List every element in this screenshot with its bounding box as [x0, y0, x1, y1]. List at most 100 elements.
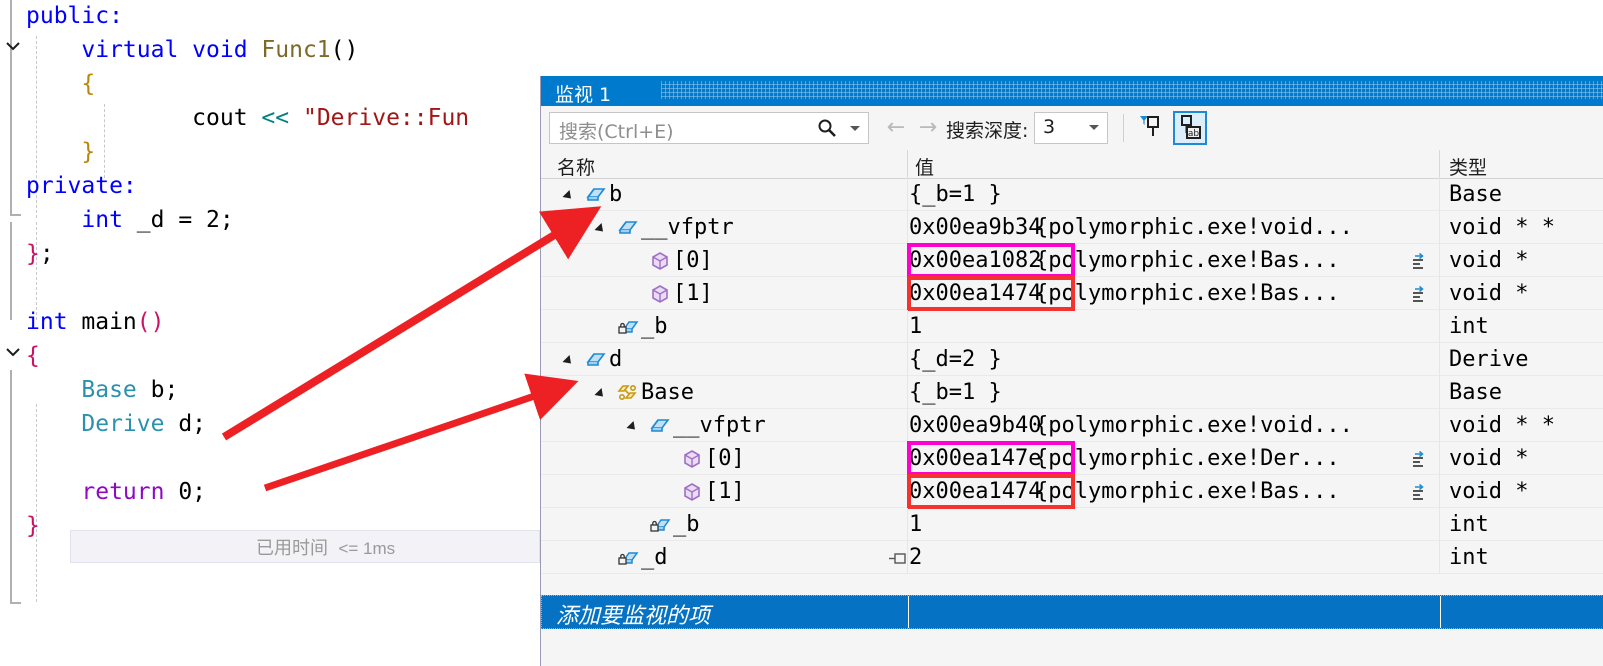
watch-row-value-detail: {polymorphic.exe!void...: [1035, 413, 1353, 438]
code-token: (): [330, 37, 359, 63]
watch-window[interactable]: 监视 1 搜索(Ctrl+E) ← → 搜索深度: 3 ab 名称 值 类型 b…: [540, 76, 1603, 666]
pin-filter-icon[interactable]: [1135, 111, 1169, 145]
watch-row-type: void *: [1449, 446, 1529, 471]
toolbar-divider: [1123, 114, 1124, 142]
watch-row[interactable]: _b 1 int: [541, 310, 1603, 343]
watch-row-name: _d: [641, 545, 668, 570]
search-placeholder: 搜索(Ctrl+E): [559, 121, 674, 143]
jump-to-source-icon[interactable]: [1409, 252, 1427, 270]
private-field-icon: [617, 317, 639, 337]
column-divider: [1439, 409, 1440, 442]
array-cube-icon: [649, 284, 671, 304]
pin-label-icon[interactable]: ab: [1173, 111, 1207, 145]
column-header-value[interactable]: 值: [915, 153, 934, 180]
search-options-chevron-down-icon[interactable]: [850, 126, 860, 131]
watch-row-value[interactable]: 0x00ea9b40: [909, 409, 1041, 442]
search-back-arrow-icon[interactable]: ←: [883, 117, 909, 139]
column-header-type[interactable]: 类型: [1449, 153, 1487, 180]
inline-hint-value: <= 1ms: [338, 539, 396, 558]
column-divider: [907, 343, 908, 376]
watch-row-name: __vfptr: [641, 215, 734, 240]
watch-tree-grid[interactable]: b {_b=1 } Base __vfptr 0x00ea9b34 {polymorphi…: [541, 178, 1603, 598]
watch-row[interactable]: b {_b=1 } Base: [541, 178, 1603, 211]
column-divider: [1439, 541, 1440, 574]
watch-row[interactable]: _d 2 int: [541, 541, 1603, 574]
code-token: main: [67, 309, 137, 335]
column-divider: [1439, 475, 1440, 508]
annotation-highlight-box: [907, 276, 1075, 311]
expander-triangle-icon[interactable]: [562, 189, 575, 203]
watch-row-type: void *: [1449, 248, 1529, 273]
expand-value-icon[interactable]: [889, 552, 906, 565]
code-token: return: [81, 479, 165, 505]
expander-triangle-icon[interactable]: [562, 354, 575, 368]
titlebar-drag-texture: [661, 81, 1603, 99]
watch-row-value[interactable]: {_b=1 }: [909, 178, 1002, 211]
watch-row-value[interactable]: {_b=1 }: [909, 376, 1002, 409]
watch-row-value[interactable]: 1: [909, 310, 922, 343]
watch-toolbar[interactable]: 搜索(Ctrl+E) ← → 搜索深度: 3 ab: [541, 106, 1603, 150]
jump-to-source-icon[interactable]: [1409, 483, 1427, 501]
watch-row[interactable]: __vfptr 0x00ea9b34 {polymorphic.exe!void..…: [541, 211, 1603, 244]
watch-row[interactable]: _b 1 int: [541, 508, 1603, 541]
search-input[interactable]: 搜索(Ctrl+E): [549, 112, 869, 144]
search-forward-arrow-icon[interactable]: →: [915, 117, 941, 139]
jump-to-source-icon[interactable]: [1409, 450, 1427, 468]
watch-row-name: [1]: [673, 281, 713, 306]
expander-triangle-icon[interactable]: [626, 420, 639, 434]
column-header-name[interactable]: 名称: [557, 153, 595, 180]
watch-row-value-detail: {polymorphic.exe!Der...: [1035, 446, 1340, 471]
column-divider: [1439, 343, 1440, 376]
column-divider[interactable]: [1439, 150, 1440, 178]
column-divider[interactable]: [907, 150, 908, 178]
watch-row[interactable]: Base {_b=1 } Base: [541, 376, 1603, 409]
code-token: }: [26, 513, 40, 539]
watch-row-value[interactable]: {_d=2 }: [909, 343, 1002, 376]
column-divider: [907, 310, 908, 343]
code-line: private:: [0, 169, 560, 203]
watch-row-type: Derive: [1449, 347, 1529, 372]
column-divider: [1439, 310, 1440, 343]
watch-window-titlebar[interactable]: 监视 1: [541, 76, 1603, 106]
expander-triangle-icon[interactable]: [594, 387, 607, 401]
add-watch-row[interactable]: 添加要监视的项: [541, 595, 1603, 629]
private-field-icon: [649, 515, 671, 535]
watch-row-name: [0]: [673, 248, 713, 273]
code-line: public:: [0, 0, 560, 33]
watch-row[interactable]: __vfptr 0x00ea9b40 {polymorphic.exe!void..…: [541, 409, 1603, 442]
array-cube-icon: [681, 482, 703, 502]
watch-row-name: __vfptr: [673, 413, 766, 438]
watch-row[interactable]: d {_d=2 } Derive: [541, 343, 1603, 376]
code-token: Func1: [261, 37, 331, 63]
code-token: 0;: [164, 479, 207, 505]
watch-row-value[interactable]: 2: [909, 541, 922, 574]
watch-row-type: void *: [1449, 479, 1529, 504]
watch-row-value-detail: {polymorphic.exe!Bas...: [1035, 479, 1340, 504]
watch-column-headers: 名称 值 类型: [541, 150, 1603, 179]
base-class-icon: [617, 383, 639, 403]
watch-empty-area: [541, 629, 1603, 666]
watch-row-name: Base: [641, 380, 694, 405]
svg-text:ab: ab: [1188, 129, 1200, 139]
watch-row-value[interactable]: 1: [909, 508, 922, 541]
code-line: {: [0, 339, 560, 373]
jump-to-source-icon[interactable]: [1409, 285, 1427, 303]
chevron-down-icon[interactable]: [1089, 125, 1099, 130]
expander-triangle-icon[interactable]: [594, 222, 607, 236]
column-divider: [1440, 596, 1441, 628]
watch-row-value[interactable]: 0x00ea9b34: [909, 211, 1041, 244]
watch-row-name: [1]: [705, 479, 745, 504]
search-depth-select[interactable]: 3: [1034, 112, 1108, 144]
column-divider: [1439, 244, 1440, 277]
code-token: public:: [26, 3, 123, 29]
code-token: cout: [192, 105, 262, 131]
code-token: (): [136, 309, 165, 335]
code-token: <<: [261, 105, 290, 131]
watch-row-type: void *: [1449, 281, 1529, 306]
code-token: b;: [136, 377, 179, 403]
code-token: }: [26, 241, 40, 267]
